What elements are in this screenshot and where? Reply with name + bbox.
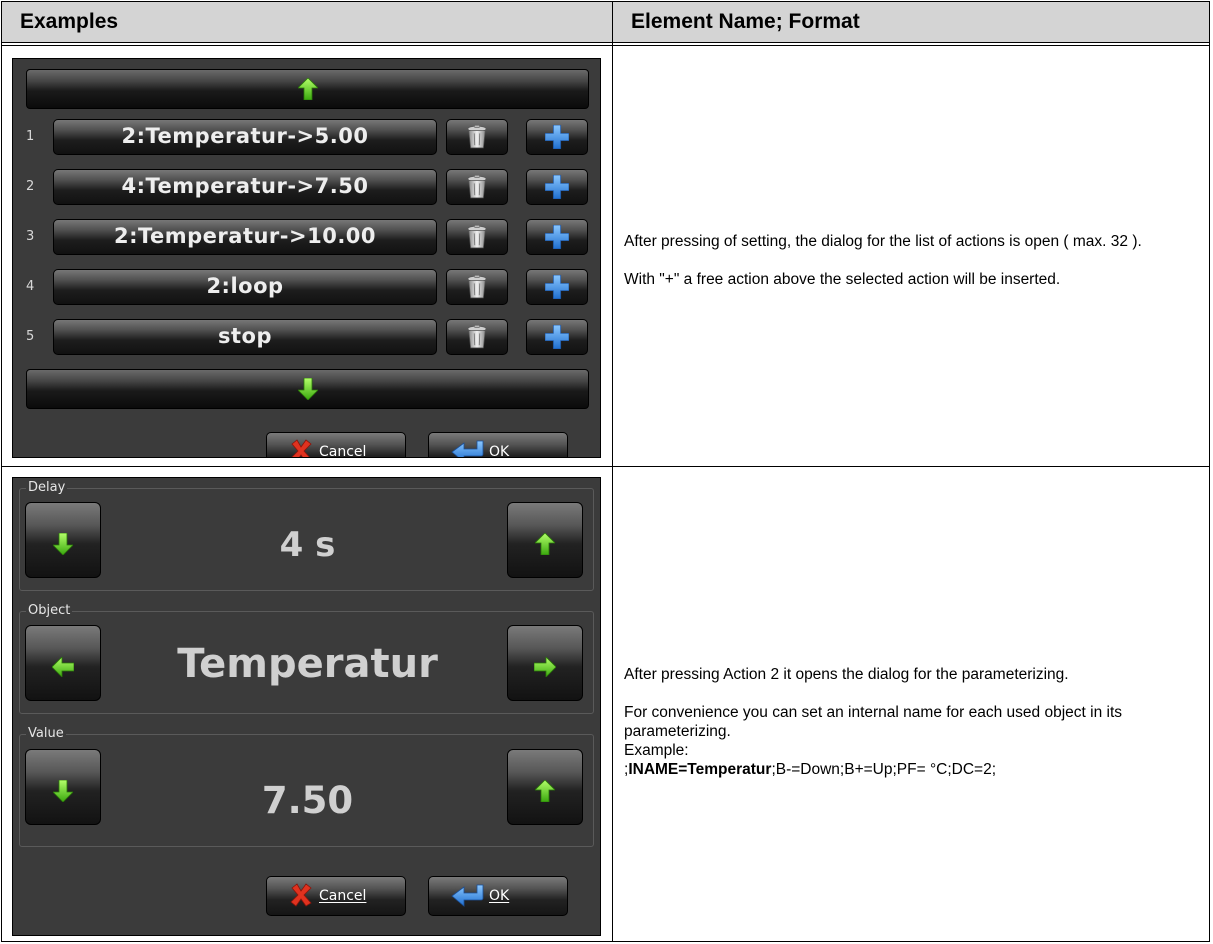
value-value: 7.50 bbox=[261, 779, 354, 822]
down-arrow-icon bbox=[53, 533, 73, 555]
action-row: 1 2:Temperatur->5.00 bbox=[26, 119, 589, 155]
right-arrow-icon bbox=[534, 657, 556, 677]
scroll-down-button[interactable] bbox=[26, 369, 589, 409]
row1-description: After pressing of setting, the dialog fo… bbox=[624, 232, 1199, 289]
trash-icon bbox=[467, 225, 487, 249]
up-arrow-icon bbox=[298, 78, 318, 100]
cancel-button[interactable]: Cancel bbox=[266, 876, 406, 916]
insert-action-button[interactable] bbox=[526, 319, 588, 355]
example-rest: ;B-=Down;B+=Up;PF= °C;DC=2; bbox=[771, 761, 997, 778]
plus-icon bbox=[545, 275, 569, 299]
action-list-dialog: 1 2:Temperatur->5.00 2 4:Temperatur->7.5… bbox=[12, 58, 601, 458]
action-number: 1 bbox=[26, 129, 35, 144]
action-row: 5 stop bbox=[26, 319, 589, 355]
object-previous-button[interactable] bbox=[25, 625, 101, 701]
ok-label: OK bbox=[489, 888, 510, 904]
action-number: 4 bbox=[26, 279, 35, 294]
delete-action-button[interactable] bbox=[446, 269, 508, 305]
header-examples: Examples bbox=[20, 10, 119, 33]
value-increase-button[interactable] bbox=[507, 749, 583, 825]
desc-paragraph: For convenience you can set an internal … bbox=[624, 704, 1123, 740]
enter-arrow-icon bbox=[451, 439, 485, 458]
plus-icon bbox=[545, 175, 569, 199]
cancel-button[interactable]: Cancel bbox=[266, 432, 406, 458]
insert-action-button[interactable] bbox=[526, 269, 588, 305]
object-label: Object bbox=[26, 603, 73, 618]
column-divider bbox=[612, 2, 613, 941]
action-number: 5 bbox=[26, 329, 35, 344]
delay-group: Delay 4 s bbox=[19, 480, 594, 591]
desc-paragraph: With "+" a free action above the selecte… bbox=[624, 271, 1061, 288]
delay-decrease-button[interactable] bbox=[25, 502, 101, 578]
action-number: 2 bbox=[26, 179, 35, 194]
header-element-name-format: Element Name; Format bbox=[631, 10, 860, 33]
value-decrease-button[interactable] bbox=[25, 749, 101, 825]
up-arrow-icon bbox=[535, 780, 555, 802]
action-number: 3 bbox=[26, 229, 35, 244]
action-button[interactable]: 4:Temperatur->7.50 bbox=[53, 169, 437, 205]
trash-icon bbox=[467, 275, 487, 299]
header-double-rule bbox=[2, 45, 1209, 46]
ok-button[interactable]: OK bbox=[428, 876, 568, 916]
red-x-icon bbox=[289, 439, 313, 458]
trash-icon bbox=[467, 125, 487, 149]
trash-icon bbox=[467, 175, 487, 199]
action-row: 3 2:Temperatur->10.00 bbox=[26, 219, 589, 255]
action-button[interactable]: 2:Temperatur->5.00 bbox=[53, 119, 437, 155]
delete-action-button[interactable] bbox=[446, 219, 508, 255]
up-arrow-icon bbox=[535, 533, 555, 555]
object-next-button[interactable] bbox=[507, 625, 583, 701]
row2-description: After pressing Action 2 it opens the dia… bbox=[624, 665, 1199, 779]
action-button[interactable]: stop bbox=[53, 319, 437, 355]
example-iname: INAME=Temperatur bbox=[628, 761, 772, 778]
delay-value: 4 s bbox=[279, 525, 336, 565]
delete-action-button[interactable] bbox=[446, 319, 508, 355]
insert-action-button[interactable] bbox=[526, 219, 588, 255]
cancel-label: Cancel bbox=[319, 888, 367, 904]
desc-paragraph: After pressing of setting, the dialog fo… bbox=[624, 233, 1142, 250]
action-button[interactable]: 2:Temperatur->10.00 bbox=[53, 219, 437, 255]
down-arrow-icon bbox=[53, 780, 73, 802]
insert-action-button[interactable] bbox=[526, 119, 588, 155]
desc-example-code: ;INAME=Temperatur;B-=Down;B+=Up;PF= °C;D… bbox=[624, 760, 1199, 779]
table-header: Examples Element Name; Format bbox=[2, 2, 1209, 43]
ok-label: OK bbox=[489, 444, 510, 458]
plus-icon bbox=[545, 125, 569, 149]
action-row: 4 2:loop bbox=[26, 269, 589, 305]
row-divider bbox=[2, 466, 1209, 467]
delay-label: Delay bbox=[26, 480, 68, 495]
insert-action-button[interactable] bbox=[526, 169, 588, 205]
ok-button[interactable]: OK bbox=[428, 432, 568, 458]
parameter-dialog: Delay 4 s Object Temperatur Value 7.50 C… bbox=[12, 477, 601, 936]
value-group: Value 7.50 bbox=[19, 726, 594, 847]
value-label: Value bbox=[26, 726, 66, 741]
action-row: 2 4:Temperatur->7.50 bbox=[26, 169, 589, 205]
delete-action-button[interactable] bbox=[446, 119, 508, 155]
examples-table: Examples Element Name; Format 1 2:Temper… bbox=[1, 1, 1210, 942]
delay-increase-button[interactable] bbox=[507, 502, 583, 578]
left-arrow-icon bbox=[52, 657, 74, 677]
object-value: Temperatur bbox=[177, 641, 438, 687]
plus-icon bbox=[545, 225, 569, 249]
object-group: Object Temperatur bbox=[19, 603, 594, 714]
down-arrow-icon bbox=[298, 378, 318, 400]
plus-icon bbox=[545, 325, 569, 349]
red-x-icon bbox=[289, 883, 313, 907]
trash-icon bbox=[467, 325, 487, 349]
enter-arrow-icon bbox=[451, 883, 485, 907]
delete-action-button[interactable] bbox=[446, 169, 508, 205]
cancel-label: Cancel bbox=[319, 444, 367, 458]
scroll-up-button[interactable] bbox=[26, 69, 589, 109]
desc-paragraph: After pressing Action 2 it opens the dia… bbox=[624, 666, 1069, 683]
desc-example-label: Example: bbox=[624, 742, 689, 759]
document-page: Examples Element Name; Format 1 2:Temper… bbox=[0, 0, 1213, 944]
action-button[interactable]: 2:loop bbox=[53, 269, 437, 305]
